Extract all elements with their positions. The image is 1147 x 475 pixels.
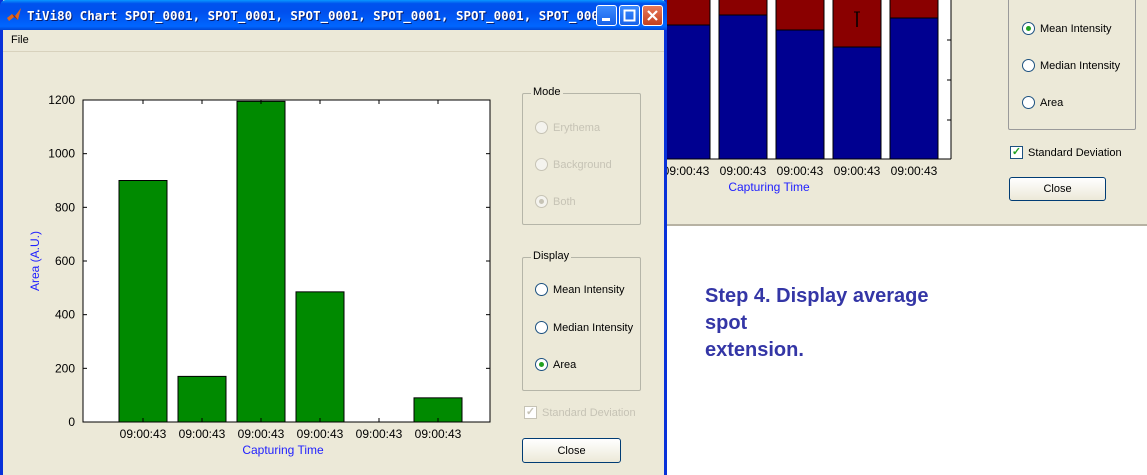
background-chart-xlabel: Capturing Time bbox=[728, 180, 810, 194]
bg-radio-mean-intensity[interactable]: Mean Intensity bbox=[1022, 22, 1112, 35]
y-tick-label: 400 bbox=[55, 308, 75, 322]
radio-area[interactable]: Area bbox=[535, 358, 576, 371]
main-chart-window: TiVi80 Chart SPOT_0001, SPOT_0001, SPOT_… bbox=[0, 0, 667, 475]
background-chart-bars bbox=[661, 0, 951, 160]
bar bbox=[118, 180, 168, 423]
bar-segment-mean bbox=[832, 46, 882, 160]
close-button[interactable]: Close bbox=[522, 438, 621, 463]
x-tick-label: 09:00:43 bbox=[238, 427, 285, 441]
checkmark-icon: ✓ bbox=[524, 406, 537, 419]
bar-segment-mean bbox=[718, 14, 768, 160]
x-tick-label: 09:00:43 bbox=[415, 427, 462, 441]
radio-median-intensity[interactable]: Median Intensity bbox=[535, 321, 633, 334]
area-bar-chart: 0 200 400 600 800 1000 1200 09:00:43 09:00:43 09… bbox=[28, 93, 491, 457]
radio-icon bbox=[1022, 96, 1035, 109]
radio-selected-icon bbox=[535, 195, 548, 208]
y-tick-label: 600 bbox=[55, 254, 75, 268]
y-tick-label: 0 bbox=[68, 415, 75, 429]
radio-icon bbox=[535, 283, 548, 296]
caption-line-2: extension. bbox=[705, 339, 804, 361]
y-tick-label: 200 bbox=[55, 361, 75, 375]
step-caption: Step 4. Display average spot extension. bbox=[705, 283, 965, 364]
bar-segment-mean bbox=[775, 29, 825, 160]
radio-background[interactable]: Background bbox=[535, 158, 612, 171]
checkmark-icon: ✓ bbox=[1010, 146, 1023, 159]
radio-icon bbox=[1022, 59, 1035, 72]
bar-segment-std bbox=[775, 0, 825, 31]
background-chart-xticks: 09:00:43 09:00:43 09:00:43 09:00:43 09:00:43 bbox=[663, 164, 938, 178]
x-tick-label: 09:00:43 bbox=[297, 427, 344, 441]
x-tick-label: 09:00:43 bbox=[356, 427, 403, 441]
x-tick-label: 09:00:43 bbox=[891, 164, 938, 178]
bar bbox=[236, 100, 286, 423]
chart-xlabel: Capturing Time bbox=[242, 443, 324, 457]
bg-std-dev-checkbox[interactable]: ✓ Standard Deviation bbox=[1010, 146, 1122, 159]
y-tick-label: 800 bbox=[55, 200, 75, 214]
x-tick-label: 09:00:43 bbox=[777, 164, 824, 178]
radio-selected-icon bbox=[1022, 22, 1035, 35]
x-tick-label: 09:00:43 bbox=[663, 164, 710, 178]
bg-close-button[interactable]: Close bbox=[1009, 177, 1106, 201]
y-tick-label: 1200 bbox=[48, 93, 75, 107]
std-dev-checkbox[interactable]: ✓ Standard Deviation bbox=[524, 406, 636, 419]
bar bbox=[295, 291, 345, 423]
radio-mean-intensity[interactable]: Mean Intensity bbox=[535, 283, 625, 296]
radio-selected-icon bbox=[535, 358, 548, 371]
chart-ylabel: Area (A.U.) bbox=[28, 231, 42, 291]
bar-segment-std bbox=[661, 0, 711, 26]
bg-radio-median-intensity[interactable]: Median Intensity bbox=[1022, 59, 1120, 72]
x-tick-label: 09:00:43 bbox=[120, 427, 167, 441]
x-tick-label: 09:00:43 bbox=[834, 164, 881, 178]
bg-radio-area[interactable]: Area bbox=[1022, 96, 1063, 109]
bar-segment-std bbox=[889, 0, 939, 19]
display-group-title: Display bbox=[531, 250, 572, 262]
radio-icon bbox=[535, 321, 548, 334]
bar-segment-mean bbox=[889, 17, 939, 160]
x-tick-label: 09:00:43 bbox=[179, 427, 226, 441]
radio-icon bbox=[535, 121, 548, 134]
caption-line-1: Step 4. Display average spot bbox=[705, 285, 929, 334]
radio-both[interactable]: Both bbox=[535, 195, 576, 208]
x-tick-label: 09:00:43 bbox=[720, 164, 767, 178]
mode-group-title: Mode bbox=[531, 86, 563, 98]
radio-icon bbox=[535, 158, 548, 171]
radio-erythema[interactable]: Erythema bbox=[535, 121, 600, 134]
bar-segment-mean bbox=[661, 24, 711, 160]
bar-segment-std bbox=[718, 0, 768, 16]
y-tick-label: 1000 bbox=[48, 147, 75, 161]
bar bbox=[177, 375, 227, 423]
